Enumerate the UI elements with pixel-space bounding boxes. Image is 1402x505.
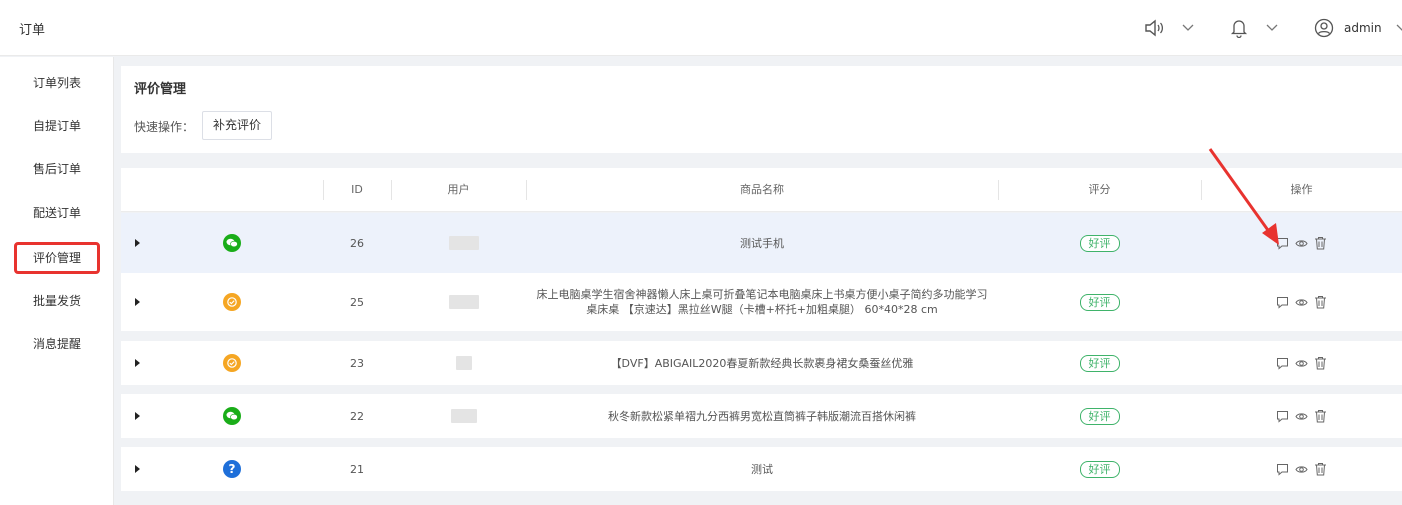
user-avatar-blurred bbox=[455, 356, 472, 370]
column-header-ops: 操作 bbox=[1290, 183, 1313, 196]
score-badge: 好评 bbox=[1079, 460, 1120, 478]
table-row[interactable]: 22 秋冬新款松紧单褶九分西裤男宽松直筒裤子韩版潮流百搭休闲裤 好评 bbox=[121, 394, 1402, 438]
chevron-down-icon bbox=[1266, 24, 1278, 32]
view-icon[interactable] bbox=[1295, 463, 1308, 476]
view-icon[interactable] bbox=[1295, 357, 1308, 370]
unknown-icon: ? bbox=[223, 460, 241, 478]
goods-name: 测试手机 bbox=[740, 236, 784, 250]
reply-icon[interactable] bbox=[1276, 237, 1289, 250]
delete-icon[interactable] bbox=[1314, 409, 1327, 423]
chevron-down-icon bbox=[1396, 24, 1402, 32]
user-avatar-blurred bbox=[448, 295, 479, 309]
chevron-down-icon bbox=[1182, 24, 1194, 32]
view-icon[interactable] bbox=[1295, 296, 1308, 309]
reply-icon[interactable] bbox=[1276, 296, 1289, 309]
delete-icon[interactable] bbox=[1314, 236, 1327, 250]
miniapp-icon bbox=[223, 293, 241, 311]
score-badge: 好评 bbox=[1079, 407, 1120, 425]
column-header-id[interactable]: ID bbox=[323, 168, 391, 212]
sidebar-item-message-reminders[interactable]: 消息提醒 bbox=[14, 328, 100, 360]
score-badge: 好评 bbox=[1079, 293, 1120, 311]
view-icon[interactable] bbox=[1295, 410, 1308, 423]
column-header-score[interactable]: 评分 bbox=[998, 168, 1201, 212]
goods-name: 测试 bbox=[751, 462, 773, 476]
user-avatar-blurred bbox=[448, 236, 479, 250]
expand-row-caret-icon[interactable] bbox=[135, 359, 140, 367]
column-header-user[interactable]: 用户 bbox=[391, 168, 526, 212]
add-review-button[interactable]: 补充评价 bbox=[202, 111, 272, 140]
expand-row-caret-icon[interactable] bbox=[135, 412, 140, 420]
wechat-icon bbox=[223, 234, 241, 252]
sidebar: 订单列表 自提订单 售后订单 配送订单 评价管理 批量发货 消息提醒 bbox=[0, 57, 114, 505]
user-avatar-blurred bbox=[450, 409, 477, 423]
goods-name: 【DVF】ABIGAIL2020春夏新款经典长款裹身裙女桑蚕丝优雅 bbox=[610, 356, 914, 370]
expand-row-caret-icon[interactable] bbox=[135, 465, 140, 473]
review-id: 22 bbox=[350, 409, 364, 423]
sidebar-item-order-list[interactable]: 订单列表 bbox=[14, 67, 100, 99]
delete-icon[interactable] bbox=[1314, 295, 1327, 309]
sidebar-item-review-management[interactable]: 评价管理 bbox=[14, 242, 100, 274]
goods-name: 秋冬新款松紧单褶九分西裤男宽松直筒裤子韩版潮流百搭休闲裤 bbox=[608, 409, 916, 423]
reply-icon[interactable] bbox=[1276, 410, 1289, 423]
delete-icon[interactable] bbox=[1314, 356, 1327, 370]
panel-title: 评价管理 bbox=[134, 82, 187, 97]
delete-icon[interactable] bbox=[1314, 462, 1327, 476]
review-header-panel: 评价管理 快速操作： 补充评价 bbox=[121, 66, 1402, 153]
sidebar-item-delivery-orders[interactable]: 配送订单 bbox=[14, 197, 100, 229]
sidebar-item-pickup-orders[interactable]: 自提订单 bbox=[14, 110, 100, 142]
expand-row-caret-icon[interactable] bbox=[135, 298, 140, 306]
sidebar-item-after-sales[interactable]: 售后订单 bbox=[14, 153, 100, 185]
score-badge: 好评 bbox=[1079, 234, 1120, 252]
view-icon[interactable] bbox=[1295, 237, 1308, 250]
miniapp-icon bbox=[223, 354, 241, 372]
table-row[interactable]: 26 测试手机 好评 bbox=[121, 213, 1402, 273]
user-menu[interactable]: admin bbox=[1314, 16, 1402, 40]
expand-row-caret-icon[interactable] bbox=[135, 239, 140, 247]
goods-name: 床上电脑桌学生宿舍神器懒人床上桌可折叠笔记本电脑桌床上书桌方便小桌子简约多功能学… bbox=[536, 288, 988, 316]
page-title: 订单 bbox=[19, 23, 46, 38]
quick-actions-label: 快速操作： bbox=[134, 120, 195, 134]
review-id: 21 bbox=[350, 462, 364, 476]
user-avatar-icon bbox=[1314, 18, 1334, 38]
bell-icon bbox=[1230, 18, 1248, 38]
table-row[interactable]: 25 床上电脑桌学生宿舍神器懒人床上桌可折叠笔记本电脑桌床上书桌方便小桌子简约多… bbox=[121, 273, 1402, 331]
reply-icon[interactable] bbox=[1276, 357, 1289, 370]
column-header-goods[interactable]: 商品名称 bbox=[526, 168, 998, 212]
username: admin bbox=[1344, 21, 1382, 35]
review-id: 23 bbox=[350, 356, 364, 370]
top-bar: 订单 admin bbox=[0, 0, 1402, 56]
score-badge: 好评 bbox=[1079, 354, 1120, 372]
reviews-table: ID 用户 商品名称 评分 操作 26 测试手机 好评 25 床上电脑桌学生宿舍… bbox=[121, 168, 1402, 491]
notification-menu[interactable] bbox=[1230, 16, 1278, 40]
table-row[interactable]: 23 【DVF】ABIGAIL2020春夏新款经典长款裹身裙女桑蚕丝优雅 好评 bbox=[121, 341, 1402, 385]
volume-menu[interactable] bbox=[1144, 16, 1194, 40]
table-header: ID 用户 商品名称 评分 操作 bbox=[121, 168, 1402, 212]
volume-icon bbox=[1144, 19, 1164, 37]
wechat-icon bbox=[223, 407, 241, 425]
review-id: 25 bbox=[350, 295, 364, 309]
table-row[interactable]: ? 21 测试 好评 bbox=[121, 447, 1402, 491]
reply-icon[interactable] bbox=[1276, 463, 1289, 476]
review-id: 26 bbox=[350, 236, 364, 250]
sidebar-item-batch-shipping[interactable]: 批量发货 bbox=[14, 285, 100, 317]
